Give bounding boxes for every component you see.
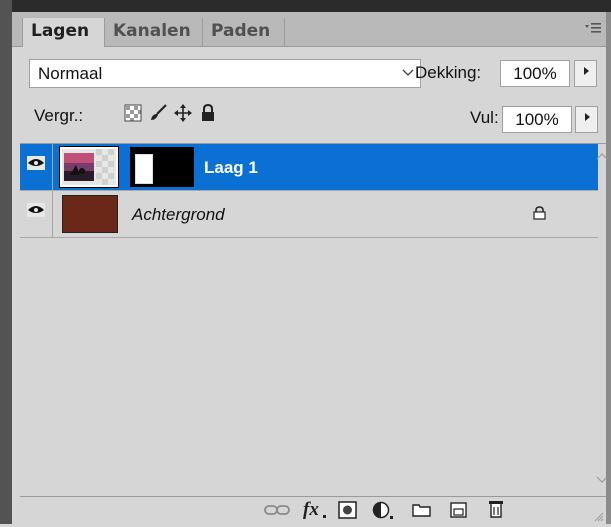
- triangle-right-icon: [583, 67, 589, 75]
- lock-icon: [533, 206, 546, 225]
- delete-layer-icon[interactable]: [488, 499, 504, 524]
- layer-thumbnail[interactable]: [62, 195, 118, 233]
- blend-mode-value: Normaal: [38, 64, 103, 83]
- window-frame-top: [0, 0, 611, 12]
- tab-lagen[interactable]: Lagen: [22, 18, 105, 47]
- lock-position-icon[interactable]: [174, 104, 192, 127]
- eye-icon: [27, 156, 45, 170]
- layers-panel: Lagen Kanalen Paden Normaal Dekking: 100…: [12, 12, 608, 525]
- panel-tabbar: Lagen Kanalen Paden: [12, 12, 606, 47]
- tab-kanalen[interactable]: Kanalen: [105, 18, 203, 46]
- resize-grip-icon[interactable]: [594, 509, 604, 527]
- new-group-icon[interactable]: [412, 503, 432, 522]
- opacity-label: Dekking:: [415, 63, 482, 82]
- layer-thumbnail[interactable]: [59, 146, 119, 188]
- layers-list: Laag 1 Achtergrond: [20, 143, 608, 496]
- fill-slider-button[interactable]: [575, 106, 598, 133]
- mask-white-area: [135, 154, 153, 184]
- layer-mask-thumbnail[interactable]: [130, 147, 194, 187]
- chevron-down-icon: [402, 64, 414, 80]
- svg-text:fx: fx: [303, 499, 319, 520]
- link-layers-icon[interactable]: [264, 503, 290, 522]
- lock-transparency-icon[interactable]: [124, 104, 142, 127]
- layers-scrollbar[interactable]: [596, 144, 608, 496]
- lock-paint-icon[interactable]: [148, 104, 168, 127]
- layer-row-achtergrond[interactable]: Achtergrond: [20, 191, 598, 238]
- panel-menu-icon[interactable]: [584, 21, 602, 35]
- window-frame-right: [606, 12, 611, 524]
- add-mask-icon[interactable]: [338, 501, 358, 524]
- scroll-down-icon[interactable]: [596, 476, 608, 484]
- adjustment-layer-icon[interactable]: [372, 501, 394, 526]
- lock-label: Vergr.:: [34, 106, 84, 125]
- eye-icon: [27, 203, 45, 217]
- layer-name[interactable]: Achtergrond: [132, 205, 225, 225]
- visibility-toggle[interactable]: [20, 144, 53, 190]
- fx-icon[interactable]: fx: [302, 497, 328, 526]
- opacity-input[interactable]: 100%: [500, 60, 570, 87]
- scroll-up-icon[interactable]: [596, 152, 608, 160]
- visibility-toggle[interactable]: [20, 191, 53, 237]
- layer-name[interactable]: Laag 1: [204, 158, 258, 178]
- image-thumbnail: [62, 149, 116, 185]
- layer-row-laag-1[interactable]: Laag 1: [20, 144, 598, 191]
- fill-label: Vul:: [470, 108, 499, 127]
- lock-all-icon[interactable]: [200, 103, 216, 127]
- layers-bottom-toolbar: fx: [20, 496, 606, 525]
- tab-paden[interactable]: Paden: [203, 18, 285, 46]
- fill-input[interactable]: 100%: [502, 106, 572, 133]
- window-frame-left: [0, 0, 12, 524]
- opacity-slider-button[interactable]: [574, 60, 597, 87]
- new-layer-icon[interactable]: [450, 502, 468, 523]
- triangle-right-icon: [584, 113, 590, 121]
- blend-mode-select[interactable]: Normaal: [29, 59, 421, 88]
